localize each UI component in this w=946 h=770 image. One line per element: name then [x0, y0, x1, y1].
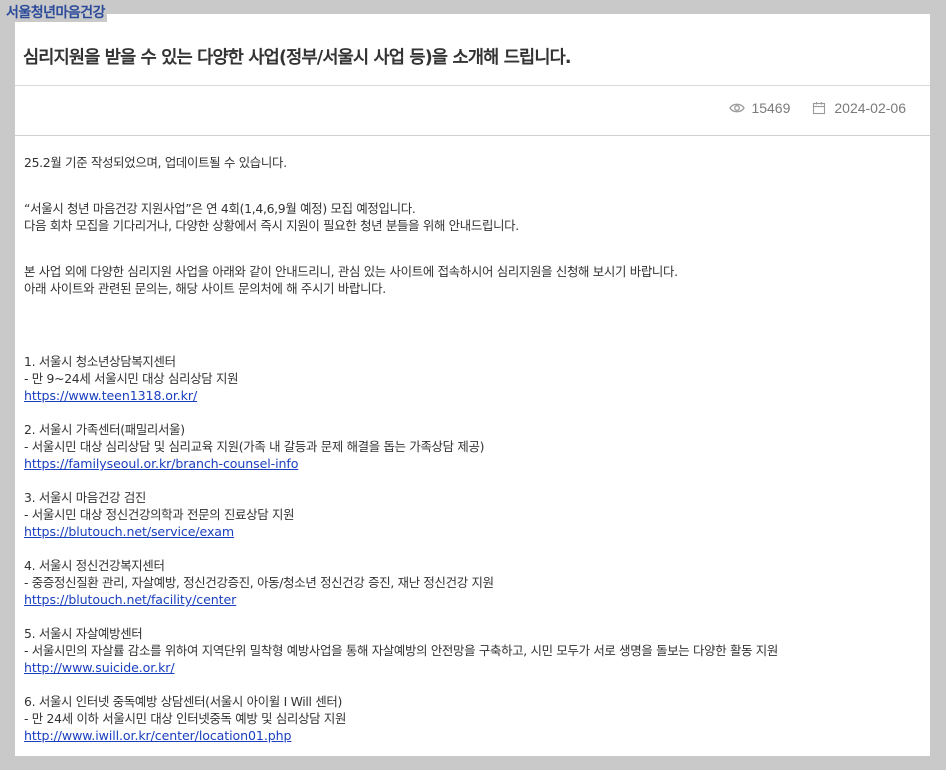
- post-body: 25.2월 기준 작성되었으며, 업데이트될 수 있습니다. “서울시 청년 마…: [24, 154, 904, 756]
- item-desc: - 서울시민의 자살률 감소를 위하여 지역단위 밀착형 예방사업을 통해 자살…: [24, 643, 779, 658]
- item-desc: - 서울시민 대상 정신건강의학과 전문의 진료상담 지원: [24, 507, 295, 522]
- item-title: 5. 서울시 자살예방센터: [24, 626, 143, 641]
- item-title: 2. 서울시 가족센터(패밀리서울): [24, 422, 185, 437]
- item-link[interactable]: https://blutouch.net/facility/center: [24, 592, 236, 607]
- post-meta: 15469 2024-02-06: [729, 100, 906, 116]
- item-title: 4. 서울시 정신건강복지센터: [24, 558, 165, 573]
- list-item: 4. 서울시 정신건강복지센터 - 중증정신질환 관리, 자살예방, 정신건강증…: [24, 557, 904, 608]
- calendar-icon: [812, 101, 828, 115]
- item-desc: - 만 24세 이하 서울시민 대상 인터넷중독 예방 및 심리상담 지원: [24, 711, 347, 726]
- update-note: 25.2월 기준 작성되었으며, 업데이트될 수 있습니다.: [24, 155, 287, 170]
- item-title: 3. 서울시 마음건강 검진: [24, 490, 147, 505]
- item-title: 6. 서울시 인터넷 중독예방 상담센터(서울시 아이윌 I Will 센터): [24, 694, 343, 709]
- item-link[interactable]: https://www.teen1318.or.kr/: [24, 388, 197, 403]
- intro-line-2: 다음 회차 모집을 기다리거나, 다양한 상황에서 즉시 지원이 필요한 청년 …: [24, 218, 519, 233]
- list-item: 6. 서울시 인터넷 중독예방 상담센터(서울시 아이윌 I Will 센터) …: [24, 693, 904, 744]
- list-item: 1. 서울시 청소년상담복지센터 - 만 9~24세 서울시민 대상 심리상담 …: [24, 353, 904, 404]
- item-link[interactable]: https://familyseoul.or.kr/branch-counsel…: [24, 456, 298, 471]
- title-divider: [15, 85, 930, 86]
- list-item: 5. 서울시 자살예방센터 - 서울시민의 자살률 감소를 위하여 지역단위 밀…: [24, 625, 904, 676]
- guide-line-2: 아래 사이트와 관련된 문의는, 해당 사이트 문의처에 해 주시기 바랍니다.: [24, 281, 386, 296]
- list-item: 3. 서울시 마음건강 검진 - 서울시민 대상 정신건강의학과 전문의 진료상…: [24, 489, 904, 540]
- guide-line-1: 본 사업 외에 다양한 심리지원 사업을 아래와 같이 안내드리니, 관심 있는…: [24, 264, 678, 279]
- item-desc: - 중증정신질환 관리, 자살예방, 정신건강증진, 아동/청소년 정신건강 증…: [24, 575, 494, 590]
- item-desc: - 만 9~24세 서울시민 대상 심리상담 지원: [24, 371, 239, 386]
- eye-icon: [729, 101, 746, 115]
- view-count: 15469: [751, 100, 791, 116]
- item-link[interactable]: http://www.iwill.or.kr/center/location01…: [24, 728, 292, 743]
- post-title: 심리지원을 받을 수 있는 다양한 사업(정부/서울시 사업 등)을 소개해 드…: [23, 48, 572, 68]
- item-link[interactable]: http://www.suicide.or.kr/: [24, 660, 175, 675]
- item-desc: - 서울시민 대상 심리상담 및 심리교육 지원(가족 내 갈등과 문제 해결을…: [24, 439, 485, 454]
- meta-divider: [15, 135, 930, 136]
- post-date: 2024-02-06: [834, 100, 906, 116]
- list-item: 2. 서울시 가족센터(패밀리서울) - 서울시민 대상 심리상담 및 심리교육…: [24, 421, 904, 472]
- intro-line-1: “서울시 청년 마음건강 지원사업”은 연 4회(1,4,6,9월 예정) 모집…: [24, 201, 416, 216]
- item-link[interactable]: https://blutouch.net/service/exam: [24, 524, 234, 539]
- item-title: 1. 서울시 청소년상담복지센터: [24, 354, 176, 369]
- site-name[interactable]: 서울청년마음건강: [4, 2, 108, 22]
